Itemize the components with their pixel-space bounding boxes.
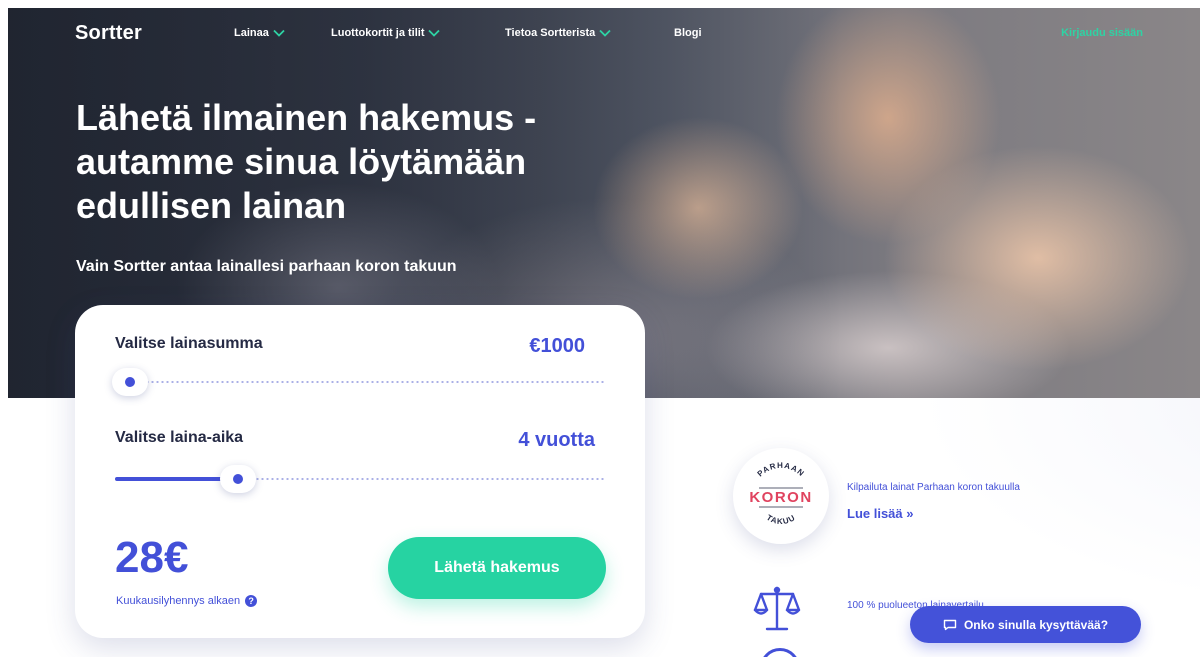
best-rate-badge-icon: PARHAAN KORON TAKUU	[749, 461, 812, 526]
monthly-note: Kuukausilyhennys alkaen ?	[116, 595, 258, 607]
badge-middle-text: KORON	[749, 489, 812, 506]
monthly-note-text: Kuukausilyhennys alkaen	[116, 595, 241, 607]
slider-handle[interactable]	[112, 368, 148, 396]
chevron-down-icon	[273, 29, 285, 37]
best-rate-text: Kilpailuta lainat Parhaan koron takuulla	[847, 482, 1020, 493]
loan-calculator-card: Valitse lainasumma €1000 Valitse laina-a…	[75, 305, 645, 638]
term-value: 4 vuotta	[518, 429, 595, 451]
badge-bottom-text: TAKUU	[765, 513, 796, 526]
term-label: Valitse laina-aika	[115, 429, 244, 446]
headline-line-3: edullisen lainan	[76, 185, 347, 226]
chevron-down-icon	[599, 29, 611, 37]
amount-label: Valitse lainasumma	[115, 335, 263, 352]
amount-slider[interactable]	[112, 368, 605, 396]
nav-item-luottokortit[interactable]: Luottokortit ja tilit	[331, 27, 441, 39]
svg-text:PARHAAN: PARHAAN	[756, 461, 807, 479]
badge-top-text: PARHAAN	[756, 461, 806, 479]
nav-item-label: Luottokortit ja tilit	[331, 27, 425, 39]
hero-headline: Lähetä ilmainen hakemus - autamme sinua …	[76, 96, 596, 228]
headline-line-2: autamme sinua löytämään	[76, 141, 527, 182]
login-link[interactable]: Kirjaudu sisään	[1061, 27, 1143, 39]
nav-item-tietoa[interactable]: Tietoa Sortterista	[505, 27, 611, 39]
info-icon[interactable]: ?	[245, 595, 258, 607]
chevron-down-icon	[428, 29, 441, 37]
chat-button-label: Onko sinulla kysyttävää?	[963, 617, 1109, 632]
nav-item-label: Blogi	[674, 27, 702, 39]
amount-value: €1000	[529, 335, 585, 357]
headline-line-1: Lähetä ilmainen hakemus -	[76, 97, 537, 138]
chat-button[interactable]: Onko sinulla kysyttävää?	[910, 606, 1141, 643]
monthly-price: 28€	[115, 533, 189, 582]
hero-subline: Vain Sortter antaa lainallesi parhaan ko…	[76, 258, 457, 275]
term-slider[interactable]	[115, 465, 605, 493]
submit-application-button[interactable]: Lähetä hakemus	[388, 537, 606, 599]
scale-icon	[753, 586, 801, 631]
chat-bubble-icon	[943, 619, 957, 630]
slider-handle[interactable]	[220, 465, 256, 493]
sortter-logo[interactable]: Sortter	[75, 22, 142, 45]
nav-item-label: Tietoa Sortterista	[505, 27, 596, 39]
svg-text:TAKUU: TAKUU	[765, 513, 797, 526]
slider-track	[115, 381, 605, 383]
best-rate-badge: PARHAAN KORON TAKUU	[733, 448, 829, 544]
nav-item-blogi[interactable]: Blogi	[674, 27, 702, 39]
nav-item-lainaa[interactable]: Lainaa	[234, 27, 285, 39]
read-more-link[interactable]: Lue lisää »	[847, 506, 913, 521]
nav-item-label: Lainaa	[234, 27, 269, 39]
top-navigation: Sortter Lainaa Luottokortit ja tilit Tie…	[8, 8, 1200, 60]
